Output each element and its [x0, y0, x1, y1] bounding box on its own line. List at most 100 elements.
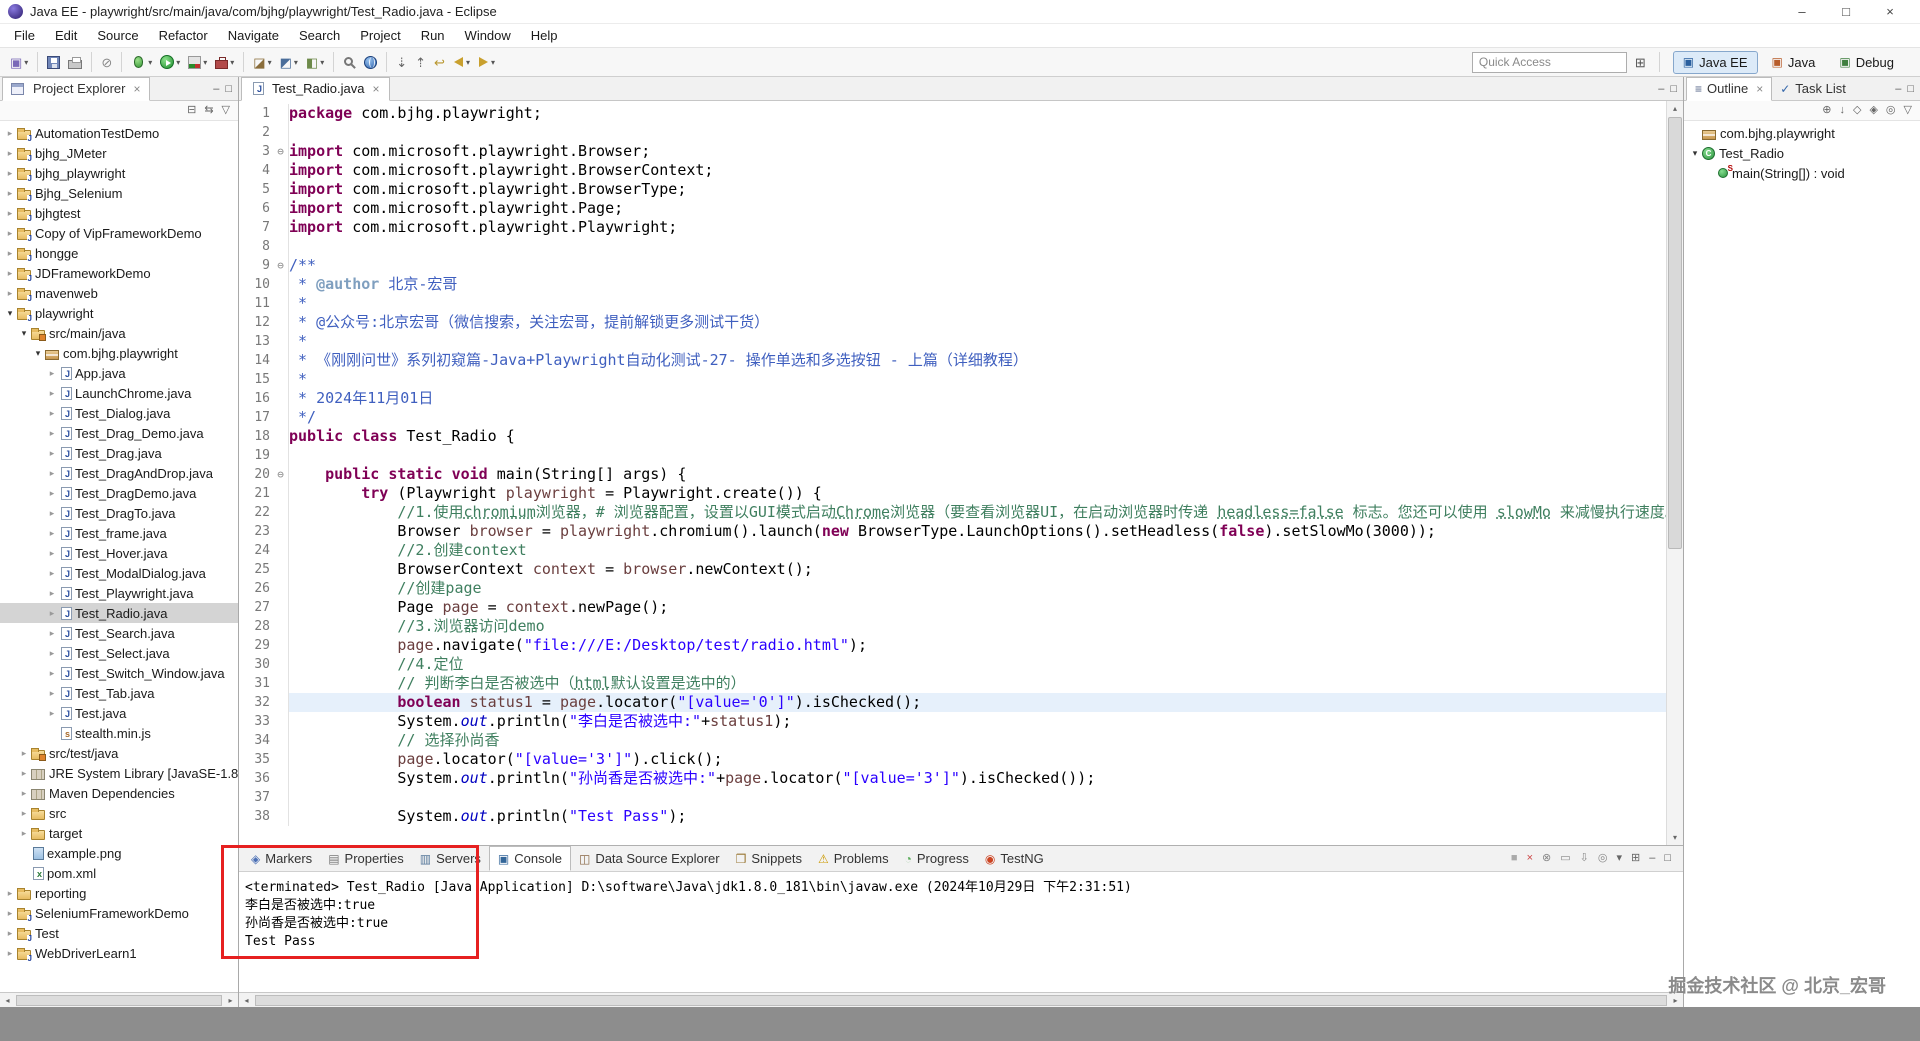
close-window-button[interactable]: × — [1868, 0, 1912, 24]
menu-search[interactable]: Search — [289, 24, 350, 47]
console-view[interactable]: <terminated> Test_Radio [Java Applicatio… — [239, 872, 1683, 967]
tree-item-app-java[interactable]: ▸ App.java — [0, 363, 238, 383]
code-line-21[interactable]: 21 try (Playwright playwright = Playwrig… — [239, 484, 1666, 503]
menu-run[interactable]: Run — [411, 24, 455, 47]
fold-collapse-icon[interactable]: ⊖ — [273, 142, 289, 161]
expand-arrow-icon[interactable]: ▸ — [45, 628, 59, 639]
code-line-26[interactable]: 26 //创建page — [239, 579, 1666, 598]
expand-arrow-icon[interactable]: ▸ — [45, 568, 59, 579]
maximize-window-button[interactable]: □ — [1824, 0, 1868, 24]
expand-arrow-icon[interactable]: ▸ — [45, 548, 59, 559]
tab-project-explorer[interactable]: Project Explorer × — [2, 77, 150, 101]
tree-item-hongge[interactable]: ▸ hongge — [0, 243, 238, 263]
quick-access-input[interactable] — [1471, 51, 1627, 73]
tree-item-bjhg-selenium[interactable]: ▸ Bjhg_Selenium — [0, 183, 238, 203]
tree-item-webdriverlearn1[interactable]: ▸ WebDriverLearn1 — [0, 943, 238, 963]
code-line-13[interactable]: 13 * — [239, 332, 1666, 351]
toolbar-coverage-button[interactable]: ▾ — [185, 54, 210, 71]
code-line-36[interactable]: 36 System.out.println("孙尚香是否被选中:"+page.l… — [239, 769, 1666, 788]
tree-item-test-playwright-java[interactable]: ▸ Test_Playwright.java — [0, 583, 238, 603]
expand-arrow-icon[interactable]: ▸ — [45, 648, 59, 659]
expand-arrow-icon[interactable]: ▸ — [3, 928, 17, 939]
terminate-icon[interactable]: ■ — [1511, 853, 1518, 864]
expand-arrow-icon[interactable]: ▸ — [3, 208, 17, 219]
expand-arrow-icon[interactable]: ▸ — [45, 488, 59, 499]
tree-item-test-dialog-java[interactable]: ▸ Test_Dialog.java — [0, 403, 238, 423]
scroll-left-icon[interactable]: ◂ — [0, 996, 15, 1005]
maximize-view-button[interactable]: □ — [225, 83, 232, 95]
expand-arrow-icon[interactable]: ▸ — [45, 608, 59, 619]
code-line-10[interactable]: 10 * @author 北京-宏哥 — [239, 275, 1666, 294]
collapse-arrow-icon[interactable]: ▾ — [31, 348, 45, 359]
collapse-arrow-icon[interactable]: ▾ — [3, 308, 17, 319]
scroll-down-icon[interactable]: ▾ — [1667, 830, 1683, 845]
code-line-14[interactable]: 14 * 《刚刚问世》系列初窥篇-Java+Playwright自动化测试-27… — [239, 351, 1666, 370]
toolbar-print-button[interactable] — [65, 54, 85, 71]
menu-window[interactable]: Window — [455, 24, 521, 47]
tree-item-test-draganddrop-java[interactable]: ▸ Test_DragAndDrop.java — [0, 463, 238, 483]
tree-item-test-tab-java[interactable]: ▸ Test_Tab.java — [0, 683, 238, 703]
code-line-32[interactable]: 32 boolean status1 = page.locator("[valu… — [239, 693, 1666, 712]
expand-arrow-icon[interactable]: ▸ — [3, 288, 17, 299]
toolbar-run-external-tools-button[interactable]: ▾ — [212, 54, 237, 71]
toolbar-skip-all-breakpoints-button[interactable]: ⊘ — [98, 54, 115, 71]
scroll-up-icon[interactable]: ▴ — [1667, 101, 1683, 116]
collapse-arrow-icon[interactable]: ▾ — [1688, 148, 1702, 159]
code-line-28[interactable]: 28 //3.浏览器访问demo — [239, 617, 1666, 636]
toolbar-last-edit-location-button[interactable]: ↩ — [431, 54, 448, 71]
scrollbar-thumb[interactable] — [16, 994, 222, 1006]
expand-arrow-icon[interactable]: ▸ — [17, 748, 31, 759]
expand-arrow-icon[interactable]: ▸ — [3, 888, 17, 899]
menu-file[interactable]: File — [4, 24, 45, 47]
remove-all-launches-icon[interactable]: ⊗ — [1542, 853, 1551, 864]
scrollbar-thumb[interactable] — [1668, 117, 1682, 549]
collapse-arrow-icon[interactable]: ▾ — [17, 328, 31, 339]
code-line-24[interactable]: 24 //2.创建context — [239, 541, 1666, 560]
expand-arrow-icon[interactable]: ▸ — [3, 128, 17, 139]
collapse-all-icon[interactable]: ⊟ — [187, 105, 196, 116]
expand-arrow-icon[interactable]: ▸ — [45, 408, 59, 419]
maximize-view-button[interactable]: □ — [1670, 83, 1677, 95]
tree-item-jre-system-library-javase-1-8[interactable]: ▸ JRE System Library [JavaSE-1.8] — [0, 763, 238, 783]
expand-arrow-icon[interactable]: ▸ — [45, 428, 59, 439]
toolbar-new-package-button[interactable]: ◧ ▾ — [303, 54, 327, 71]
minimize-view-button[interactable]: – — [1658, 83, 1664, 95]
toolbar-open-web-browser-button[interactable] — [361, 54, 380, 71]
scroll-lock-icon[interactable]: ⇩ — [1580, 853, 1589, 864]
expand-arrow-icon[interactable]: ▸ — [45, 528, 59, 539]
tab-console[interactable]: ▣ Console — [488, 846, 571, 871]
clear-console-icon[interactable]: ▭ — [1560, 853, 1570, 864]
tab-markers[interactable]: ◈ Markers — [243, 846, 320, 871]
view-menu-icon[interactable]: ▽ — [1904, 105, 1912, 116]
toolbar-forward-button[interactable]: ▾ — [475, 53, 498, 71]
remove-launch-icon[interactable]: × — [1527, 853, 1533, 864]
code-line-9[interactable]: 9 ⊖/** — [239, 256, 1666, 275]
minimize-view-button[interactable]: – — [213, 83, 219, 95]
perspective-java-ee[interactable]: ▣ Java EE — [1672, 50, 1758, 74]
hide-static-members-icon[interactable]: ◈ — [1869, 105, 1877, 116]
tree-item-bjhgtest[interactable]: ▸ bjhgtest — [0, 203, 238, 223]
outline-item-com-bjhg-playwright[interactable]: com.bjhg.playwright — [1684, 123, 1920, 143]
code-line-8[interactable]: 8 — [239, 237, 1666, 256]
tree-item-test-drag-java[interactable]: ▸ Test_Drag.java — [0, 443, 238, 463]
editor-hscrollbar[interactable]: ◂ ▸ — [239, 992, 1683, 1007]
outline-item-test-radio[interactable]: ▾ Test_Radio — [1684, 143, 1920, 163]
tree-item-test-dragto-java[interactable]: ▸ Test_DragTo.java — [0, 503, 238, 523]
code-line-23[interactable]: 23 Browser browser = playwright.chromium… — [239, 522, 1666, 541]
view-menu-icon[interactable]: ▽ — [222, 105, 230, 116]
expand-arrow-icon[interactable]: ▸ — [3, 948, 17, 959]
expand-arrow-icon[interactable]: ▸ — [3, 248, 17, 259]
code-line-17[interactable]: 17 */ — [239, 408, 1666, 427]
tab-outline[interactable]: ≡ Outline × — [1686, 77, 1773, 101]
close-icon[interactable]: × — [373, 82, 380, 96]
code-line-18[interactable]: 18 public class Test_Radio { — [239, 427, 1666, 446]
tree-item-pom-xml[interactable]: pom.xml — [0, 863, 238, 883]
toolbar-back-button[interactable]: ▾ — [450, 53, 473, 71]
close-icon[interactable]: × — [1756, 82, 1763, 96]
tab-properties[interactable]: ▤ Properties — [320, 846, 412, 871]
tree-item-test-modaldialog-java[interactable]: ▸ Test_ModalDialog.java — [0, 563, 238, 583]
tab-testng[interactable]: ◉ TestNG — [977, 846, 1052, 871]
project-tree-hscrollbar[interactable]: ◂ ▸ — [0, 992, 238, 1007]
expand-arrow-icon[interactable]: ▸ — [45, 668, 59, 679]
menu-edit[interactable]: Edit — [45, 24, 87, 47]
